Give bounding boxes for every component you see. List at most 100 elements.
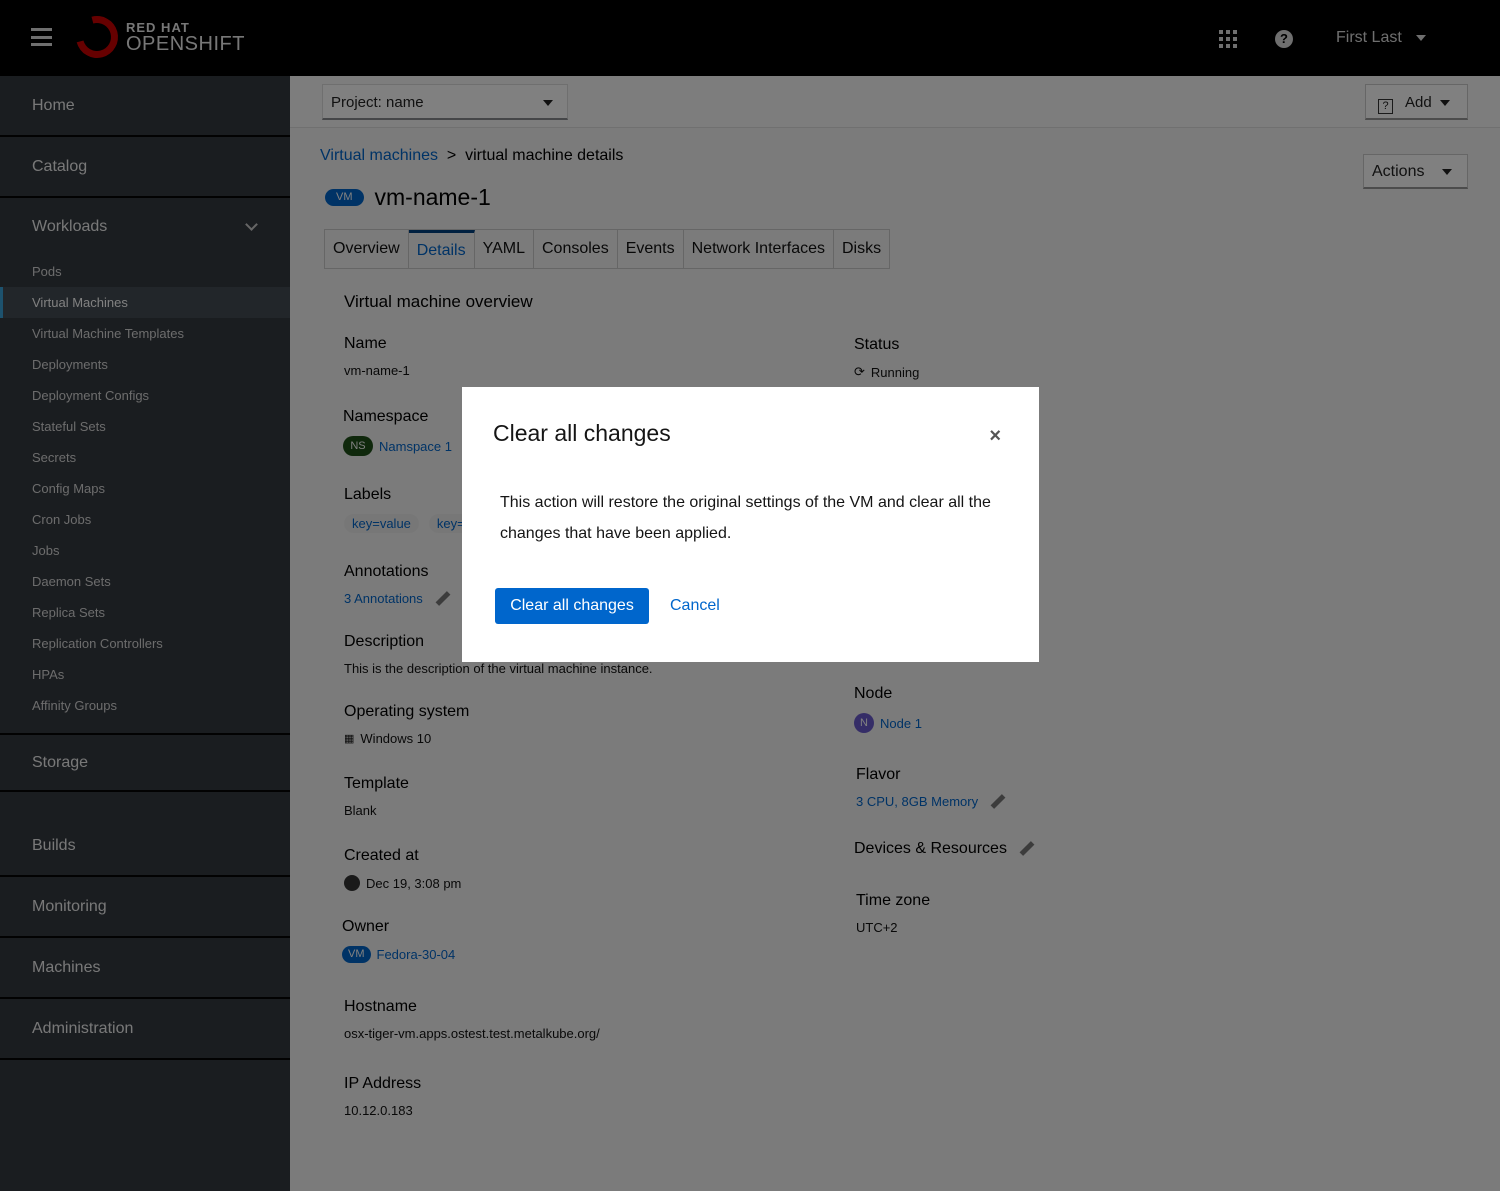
field-name: Name vm-name-1 — [344, 335, 410, 378]
vm-badge: VM — [342, 946, 371, 963]
user-menu[interactable]: First Last — [1336, 29, 1426, 47]
sidebar-item-jobs[interactable]: Jobs — [0, 535, 290, 566]
modal-body: This action will restore the original se… — [500, 494, 991, 542]
sidebar-item-pods[interactable]: Pods — [0, 256, 290, 287]
nav-workloads[interactable]: Workloads — [0, 198, 290, 256]
nav-monitoring[interactable]: Monitoring — [0, 877, 290, 938]
caret-down-icon — [1415, 34, 1426, 41]
sidebar-item-cron-jobs[interactable]: Cron Jobs — [0, 504, 290, 535]
field-label: Flavor — [856, 766, 901, 783]
nav-label: Machines — [32, 958, 101, 976]
hamburger-menu-icon[interactable] — [31, 28, 52, 46]
sidebar-item-daemon-sets[interactable]: Daemon Sets — [0, 566, 290, 597]
app-launcher-icon[interactable] — [1219, 30, 1237, 48]
label-chip[interactable]: key=value — [344, 514, 419, 533]
hostname-link[interactable]: osx-tiger-vm.apps.ostest.test.metalkube.… — [344, 1026, 600, 1041]
brand-line1: RED HAT — [126, 19, 190, 35]
project-selector[interactable]: Project: name — [322, 84, 568, 120]
nav-label: Monitoring — [32, 897, 107, 915]
redhat-logo-icon — [68, 8, 126, 66]
field-template: Template Blank — [344, 775, 409, 818]
globe-icon — [344, 875, 360, 891]
add-button[interactable]: ? Add — [1365, 84, 1468, 120]
field-label: Status — [854, 336, 900, 353]
pencil-icon[interactable] — [990, 794, 1006, 809]
nav-label: Storage — [32, 753, 89, 771]
owner-link[interactable]: Fedora-30-04 — [377, 947, 456, 962]
sidebar-item-virtual-machine-templates[interactable]: Virtual Machine Templates — [0, 318, 290, 349]
cancel-button[interactable]: Cancel — [670, 597, 720, 615]
tab-consoles[interactable]: Consoles — [534, 230, 618, 268]
field-label: IP Address — [344, 1075, 422, 1092]
field-annotations: Annotations 3 Annotations — [344, 563, 451, 606]
flavor-link[interactable]: 3 CPU, 8GB Memory — [856, 794, 978, 809]
tab-network-interfaces[interactable]: Network Interfaces — [684, 230, 834, 268]
node-link[interactable]: Node 1 — [880, 716, 922, 731]
field-timezone: Time zone UTC+2 — [856, 892, 930, 935]
sidebar-item-replica-sets[interactable]: Replica Sets — [0, 597, 290, 628]
sidebar-item-deployment-configs[interactable]: Deployment Configs — [0, 380, 290, 411]
clear-all-changes-button[interactable]: Clear all changes — [495, 588, 649, 624]
field-label: Time zone — [856, 892, 931, 909]
nav-home[interactable]: Home — [0, 76, 290, 137]
field-os: Operating system ▦ Windows 10 — [344, 703, 469, 746]
sidebar-item-affinity-groups[interactable]: Affinity Groups — [0, 690, 290, 721]
field-owner: Owner VM Fedora-30-04 — [342, 918, 455, 963]
node-badge: N — [854, 713, 874, 733]
field-label: Template — [344, 775, 409, 792]
modal-title: Clear all changes — [493, 420, 671, 446]
add-label: Add — [1405, 94, 1432, 111]
actions-label: Actions — [1372, 163, 1425, 180]
tab-overview[interactable]: Overview — [325, 230, 409, 268]
field-label: Devices & Resources — [854, 840, 1007, 857]
field-ip: IP Address 10.12.0.183 — [344, 1075, 421, 1118]
sidebar-item-replication-controllers[interactable]: Replication Controllers — [0, 628, 290, 659]
field-value: vm-name-1 — [344, 363, 410, 378]
caret-down-icon — [1439, 100, 1450, 107]
sidebar-item-config-maps[interactable]: Config Maps — [0, 473, 290, 504]
nav-catalog[interactable]: Catalog — [0, 137, 290, 198]
caret-down-icon — [543, 100, 553, 106]
actions-dropdown[interactable]: Actions — [1363, 154, 1468, 189]
sidebar-item-deployments[interactable]: Deployments — [0, 349, 290, 380]
chevron-down-icon — [245, 218, 258, 231]
help-icon[interactable]: ? — [1275, 30, 1293, 48]
tab-bar: Overview Details YAML Consoles Events Network… — [324, 229, 891, 269]
tab-disks[interactable]: Disks — [834, 230, 889, 268]
field-status: Status ⟳ Running — [854, 336, 919, 380]
namespace-link[interactable]: Namspace 1 — [379, 439, 452, 454]
openshift-logo[interactable]: RED HAT OPENSHIFT — [68, 8, 245, 66]
field-devices: Devices & Resources — [854, 840, 1035, 858]
sidebar-item-virtual-machines[interactable]: Virtual Machines — [0, 287, 290, 318]
windows-icon: ▦ — [344, 733, 355, 745]
field-namespace: Namespace NS Namspace 1 — [343, 408, 452, 456]
pencil-icon[interactable] — [435, 591, 451, 606]
pencil-icon[interactable] — [1019, 841, 1035, 857]
field-label: Operating system — [344, 703, 470, 720]
field-label: Created at — [344, 847, 419, 864]
breadcrumb: Virtual machines > virtual machine detai… — [320, 147, 623, 165]
sidebar-item-stateful-sets[interactable]: Stateful Sets — [0, 411, 290, 442]
sidebar-item-secrets[interactable]: Secrets — [0, 442, 290, 473]
sidebar-item-hpas[interactable]: HPAs — [0, 659, 290, 690]
tab-details[interactable]: Details — [408, 230, 475, 268]
nav-builds[interactable]: Builds — [0, 792, 290, 877]
field-value: Dec 19, 3:08 pm — [366, 875, 462, 891]
nav-administration[interactable]: Administration — [0, 999, 290, 1060]
nav-label: Builds — [32, 836, 76, 854]
field-value: 10.12.0.183 — [344, 1103, 413, 1118]
clear-changes-modal: Clear all changes × This action will res… — [462, 387, 1039, 662]
field-label: Name — [344, 335, 387, 352]
nav-label: Administration — [32, 1019, 134, 1037]
annotations-link[interactable]: 3 Annotations — [344, 591, 423, 606]
masthead: RED HAT OPENSHIFT ? First Last — [0, 0, 1500, 76]
page-title: VM vm-name-1 — [325, 184, 491, 211]
nav-machines[interactable]: Machines — [0, 938, 290, 999]
nav-storage[interactable]: Storage — [0, 735, 290, 792]
section-title: Virtual machine overview — [344, 292, 533, 311]
breadcrumb-link[interactable]: Virtual machines — [320, 147, 438, 164]
close-icon[interactable]: × — [989, 425, 1001, 448]
user-name: First Last — [1336, 29, 1402, 46]
tab-yaml[interactable]: YAML — [475, 230, 534, 268]
tab-events[interactable]: Events — [618, 230, 684, 268]
